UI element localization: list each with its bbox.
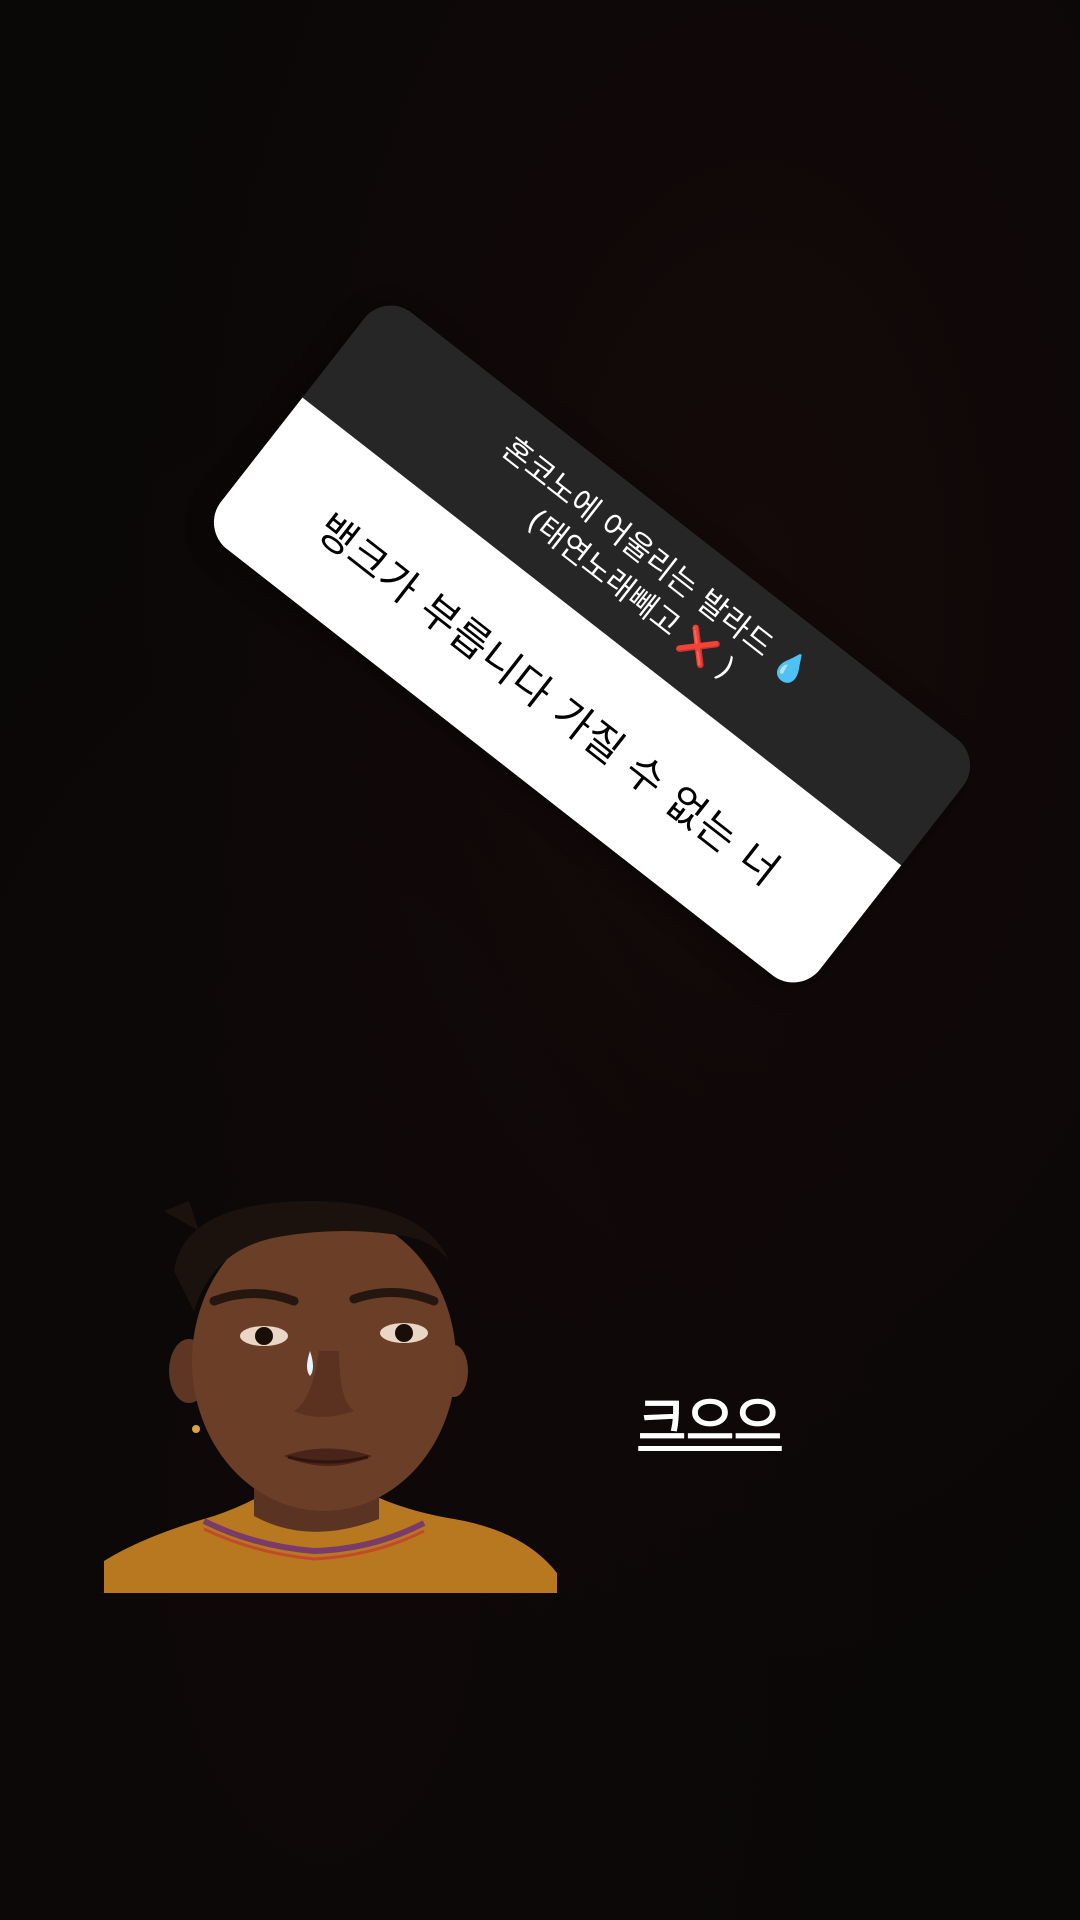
droplet-emoji-icon: 💧 bbox=[765, 642, 817, 694]
crying-man-photo-sticker[interactable] bbox=[104, 1201, 557, 1593]
caption-text: 크으으 bbox=[638, 1393, 782, 1453]
story-background bbox=[0, 0, 1080, 1920]
question-text-2-end: ) bbox=[709, 650, 742, 687]
